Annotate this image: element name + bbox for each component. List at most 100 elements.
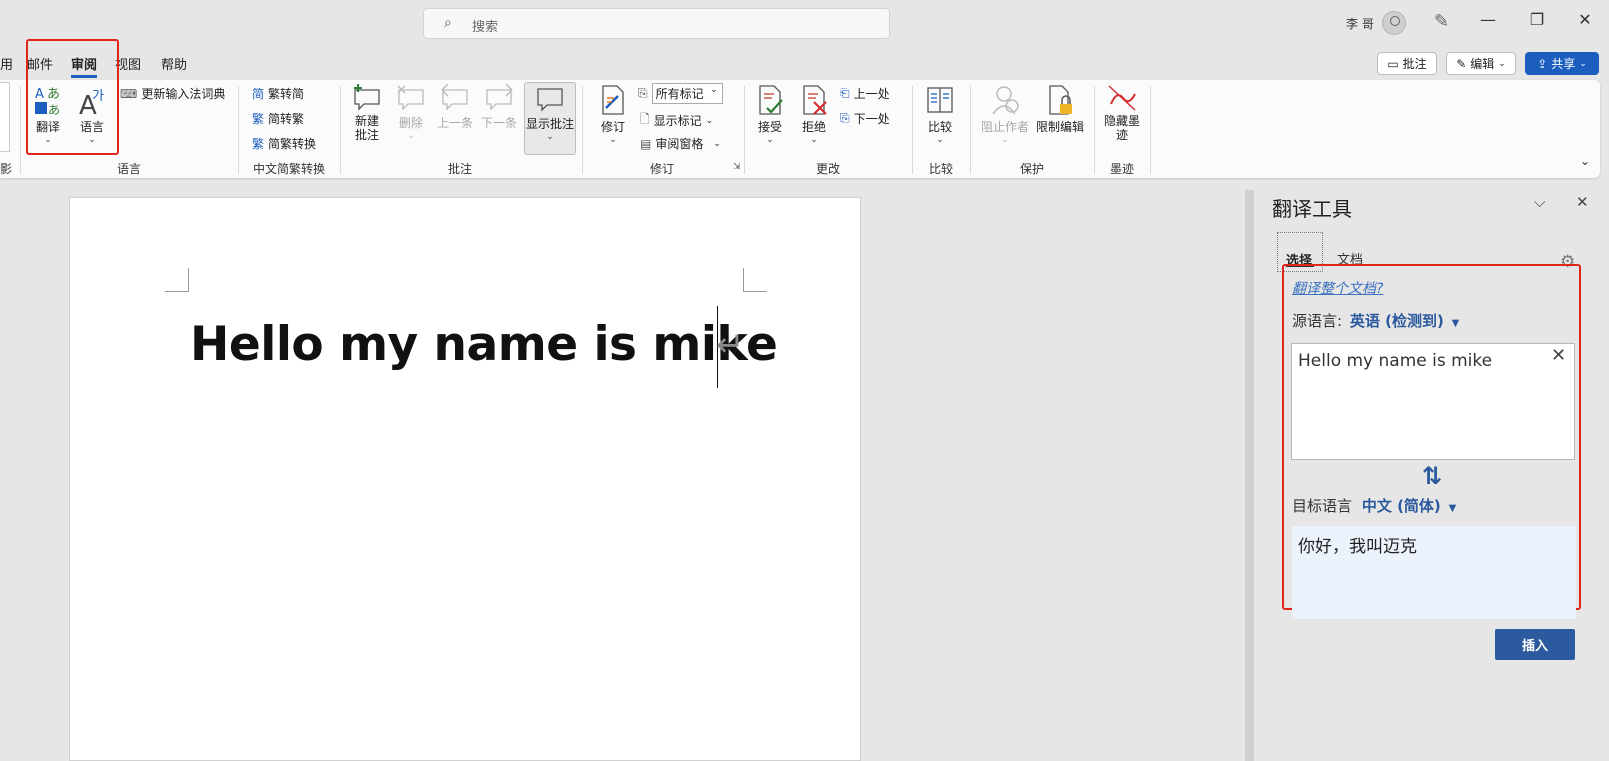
conversion-button[interactable]: 繁 简繁转换 [252,135,316,152]
compare-icon [927,87,953,113]
tab-partial[interactable]: 用 [0,54,13,73]
track-changes-button[interactable]: 修订 ⌄ [595,84,631,145]
previous-change-button[interactable]: ⎗ 上一处 [840,85,890,102]
clear-icon[interactable]: ✕ [1551,345,1566,366]
collapse-ribbon-icon[interactable]: ⌄ [1580,154,1590,168]
search-placeholder: 搜索 [472,20,499,35]
next-comment-button[interactable]: 下一条 [480,84,518,131]
delete-comment-icon [397,85,424,111]
margin-corner-top-left [165,268,189,292]
update-ime-button[interactable]: ⌨ 更新输入法词典 [120,85,225,102]
caret-down-icon[interactable]: ▼ [1452,318,1460,329]
group-label-chinese-conversion: 中文简繁转换 [252,162,325,176]
partial-gallery[interactable] [0,82,10,152]
source-text[interactable]: Hello my name is mike [1298,351,1492,371]
show-comments-button[interactable]: 显示批注 ⌄ [524,82,576,155]
target-language-select[interactable]: 中文 (简体) [1362,497,1441,515]
search-box[interactable]: ⌕ 搜索 [423,8,890,39]
target-language-label: 目标语言 [1292,497,1353,515]
conversion-icon: 繁 [252,137,265,151]
share-icon: ⇪ [1537,56,1548,71]
group-label-protect: 保护 [1019,162,1044,176]
block-authors-button[interactable]: 阻止作者 ⌄ [980,84,1030,145]
chevron-down-icon: ⌄ [710,85,718,95]
previous-change-label: 上一处 [853,87,890,101]
review-pane-button[interactable]: ▤ 审阅窗格 ⌄ [640,135,721,152]
previous-comment-icon [441,84,468,111]
restore-icon[interactable]: ❐ [1522,10,1552,29]
source-language-label: 源语言: [1292,312,1343,330]
tab-help[interactable]: 帮助 [161,54,187,73]
accept-button[interactable]: 接受 ⌄ [752,84,788,145]
next-change-icon: ⎘ [840,111,850,125]
previous-comment-button[interactable]: 上一条 [436,84,474,131]
document-page[interactable] [69,197,861,761]
group-label-comments: 批注 [447,162,472,176]
share-button[interactable]: ⇪ 共享 ⌄ [1525,52,1599,75]
pane-title: 翻译工具 [1272,197,1352,221]
pane-options-icon[interactable]: ⌵ [1534,193,1545,211]
chevron-down-icon: ⌄ [407,131,415,141]
accept-icon [759,85,783,115]
chevron-down-icon: ⌄ [609,135,617,145]
target-language-row: 目标语言 中文 (简体) ▼ [1292,495,1456,516]
lock-icon [1049,85,1072,115]
chevron-down-icon: ⌄ [810,135,818,145]
pencil-icon: ✎ [1456,56,1467,71]
dialog-launcher-icon[interactable]: ⇲ [733,162,741,172]
group-label-language: 语言 [116,162,141,176]
compare-button[interactable]: 比较 ⌄ [922,84,958,145]
next-comment-label: 下一条 [480,116,517,130]
swap-languages-icon[interactable]: ⇅ [1422,462,1442,490]
chevron-down-icon: ⌄ [713,138,721,149]
group-label-partial: 影 [0,162,13,176]
chevron-down-icon: ⌄ [1579,58,1587,69]
next-change-label: 下一处 [853,112,890,126]
scrollbar[interactable] [1245,190,1254,761]
restrict-editing-button[interactable]: 限制编辑 [1034,84,1086,135]
reject-button[interactable]: 拒绝 ⌄ [796,84,832,145]
chevron-down-icon: ⌄ [1001,135,1009,145]
all-markup-select[interactable]: 所有标记 ⌄ [651,83,723,104]
avatar[interactable] [1382,11,1406,35]
compare-label: 比较 [927,120,952,134]
edit-button-label: 编辑 [1470,57,1495,71]
source-language-select[interactable]: 英语 (检测到) [1350,312,1444,330]
update-ime-label: 更新输入法词典 [141,87,226,101]
translate-document-link[interactable]: 翻译整个文档? [1292,278,1383,298]
show-markup-button[interactable]: 🗋 显示标记 ⌄ [640,110,713,131]
previous-change-icon: ⎗ [840,86,850,100]
share-button-label: 共享 [1551,57,1576,71]
trad-to-simp-button[interactable]: 简 繁转简 [252,85,304,102]
close-pane-icon[interactable]: ✕ [1576,193,1589,211]
restrict-editing-label: 限制编辑 [1035,120,1084,134]
insert-button[interactable]: 插入 [1495,629,1575,660]
caret-down-icon[interactable]: ▼ [1449,503,1457,514]
ribbon: 影 A あ あ 翻译 ⌄ A 가 语言 ⌄ ⌨ 更新输入法词典 语言 简 繁转简… [0,80,1600,178]
new-comment-button[interactable]: 新建 批注 [348,84,386,142]
new-comment-icon [354,84,380,111]
reject-label: 拒绝 [801,120,826,134]
edit-button[interactable]: ✎ 编辑 ⌄ [1446,52,1516,75]
comments-button[interactable]: ▭ 批注 [1377,52,1437,75]
next-change-button[interactable]: ⎘ 下一处 [840,110,890,127]
comment-icon: ▭ [1387,56,1399,71]
track-changes-icon [602,85,624,115]
show-comments-label: 显示批注 [525,117,574,131]
hide-ink-button[interactable]: 隐藏墨 迹 [1100,84,1144,142]
simp-to-trad-icon: 繁 [252,112,265,126]
chevron-down-icon: ⌄ [1498,58,1506,69]
group-label-ink: 墨迹 [1109,162,1134,176]
simp-to-trad-button[interactable]: 繁 简转繁 [252,110,304,127]
delete-comment-button[interactable]: 删除 ⌄ [392,84,430,141]
markup-display-dropdown[interactable]: ⎘ 所有标记 ⌄ [638,83,723,104]
hide-ink-icon [1108,85,1136,111]
simp-to-trad-label: 简转繁 [268,112,305,126]
pen-icon[interactable]: ✎ [1434,11,1449,32]
previous-comment-label: 上一条 [436,116,473,130]
minimize-icon[interactable]: — [1473,10,1503,29]
close-icon[interactable]: ✕ [1570,10,1600,29]
document-text[interactable]: Hello my name is mike [190,317,778,372]
chevron-down-icon: ⌄ [936,135,944,145]
chevron-down-icon: ⌄ [546,132,554,142]
